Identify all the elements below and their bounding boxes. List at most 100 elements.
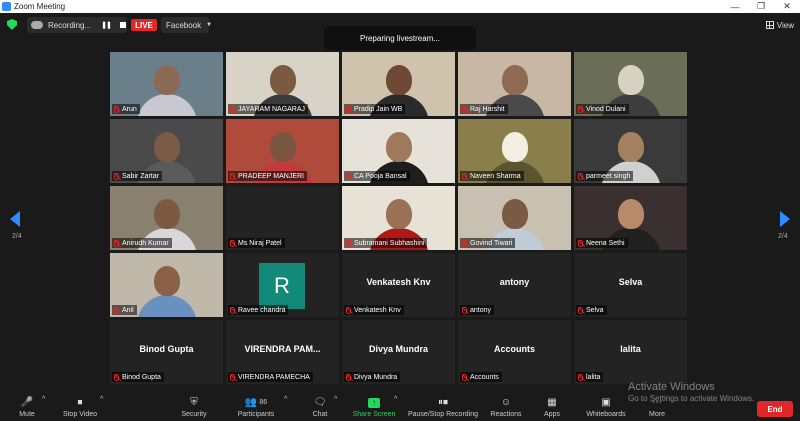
livestream-target-dropdown[interactable]: Facebook ▼ — [161, 17, 212, 33]
whiteboards-button[interactable]: ▣ Whiteboards — [584, 396, 628, 418]
recording-label: Recording... — [48, 20, 92, 30]
next-page-arrow-icon[interactable] — [780, 211, 790, 227]
page-indicator-left: 2/4 — [12, 233, 22, 240]
participant-tile[interactable]: JAYARAM NAGARAJ — [226, 52, 339, 116]
participant-tile[interactable]: Selva Selva — [574, 253, 687, 317]
window-titlebar: Zoom Meeting — ❐ ✕ — [0, 0, 800, 13]
participant-tile[interactable]: CA Pooja Bansal — [342, 119, 455, 183]
participant-tile[interactable]: Anirudh Kumar — [110, 186, 223, 250]
participant-name-tag: Ravee chandra — [228, 305, 289, 315]
participant-name: VIRENDRA PAMECHA — [238, 373, 310, 381]
participant-name-tag: antony — [460, 305, 495, 315]
reactions-button[interactable]: ☺ Reactions — [488, 396, 524, 418]
participant-name: Vinod Dulani — [586, 105, 626, 113]
muted-microphone-icon — [230, 105, 235, 113]
previous-page-arrow-icon[interactable] — [10, 211, 20, 227]
stop-recording-icon[interactable] — [119, 22, 126, 28]
encryption-shield-icon[interactable] — [7, 19, 17, 30]
participant-name: Binod Gupta — [122, 373, 161, 381]
participant-silhouette-head — [501, 131, 528, 162]
security-button[interactable]: ⛨ Security — [178, 396, 210, 418]
page-indicator-right: 2/4 — [778, 233, 788, 240]
participants-caret-icon[interactable]: ^ — [284, 396, 287, 403]
video-options-caret-icon[interactable]: ^ — [100, 396, 103, 403]
end-meeting-button[interactable]: End — [757, 401, 793, 417]
participant-tile[interactable]: Pradip Jain WB — [342, 52, 455, 116]
participant-tile[interactable]: Naveen Sharma — [458, 119, 571, 183]
participant-tile[interactable]: Accounts Accounts — [458, 320, 571, 384]
minimize-icon[interactable]: — — [722, 2, 748, 12]
participant-tile[interactable]: Neena Sethi — [574, 186, 687, 250]
participant-tile[interactable]: Venkatesh Knv Venkatesh Knv — [342, 253, 455, 317]
muted-microphone-icon — [462, 239, 467, 247]
audio-options-caret-icon[interactable]: ^ — [42, 396, 45, 403]
participant-tile[interactable]: Divya Mundra Divya Mundra — [342, 320, 455, 384]
recording-indicator: Recording... ❚❚ — [27, 17, 127, 33]
avatar: R — [259, 263, 305, 309]
participant-tile[interactable]: Ms Niraj Patel — [226, 186, 339, 250]
muted-microphone-icon — [346, 306, 351, 314]
close-icon[interactable]: ✕ — [774, 1, 800, 12]
pause-stop-recording-button[interactable]: ⏸⏹ Pause/Stop Recording — [406, 396, 480, 418]
microphone-icon: 🎤 — [20, 397, 34, 408]
muted-microphone-icon — [346, 373, 351, 381]
chat-caret-icon[interactable]: ^ — [334, 396, 337, 403]
muted-microphone-icon — [346, 172, 351, 180]
muted-microphone-icon — [230, 306, 235, 314]
participant-tile[interactable]: Sabir Zartar — [110, 119, 223, 183]
participants-label: Participants — [237, 411, 275, 418]
maximize-icon[interactable]: ❐ — [748, 1, 774, 12]
participant-tile[interactable]: R Ravee chandra — [226, 253, 339, 317]
mute-label: Mute — [19, 411, 35, 418]
chat-button[interactable]: 🗨 Chat — [308, 396, 332, 418]
muted-microphone-icon — [462, 105, 467, 113]
participant-name: Subramani Subhashini — [354, 239, 425, 247]
muted-microphone-icon — [230, 373, 235, 381]
participant-name: Arun — [122, 105, 137, 113]
participant-tile[interactable]: Anil — [110, 253, 223, 317]
share-screen-arrow-icon: ↑ — [368, 397, 380, 408]
participant-name-tag: Venkatesh Knv — [344, 305, 404, 315]
participant-tile[interactable]: Raj Harshit — [458, 52, 571, 116]
participant-tile[interactable]: parmeet singh — [574, 119, 687, 183]
muted-microphone-icon — [578, 306, 583, 314]
participant-name: parmeet singh — [586, 172, 631, 180]
participant-name: Divya Mundra — [354, 373, 398, 381]
share-caret-icon[interactable]: ^ — [394, 396, 397, 403]
participant-silhouette-head — [269, 131, 296, 162]
participant-name-tag: Subramani Subhashini — [344, 238, 428, 248]
participant-tile[interactable]: Binod Gupta Binod Gupta — [110, 320, 223, 384]
participant-name: Venkatesh Knv — [354, 306, 401, 314]
muted-microphone-icon — [114, 306, 119, 314]
chat-label: Chat — [312, 411, 328, 418]
participant-display-name: Accounts — [493, 344, 535, 354]
participant-name-tag: Vinod Dulani — [576, 104, 629, 114]
participant-name-tag: Accounts — [460, 372, 502, 382]
participant-name-tag: Anil — [112, 305, 137, 315]
participant-tile[interactable]: Vinod Dulani — [574, 52, 687, 116]
muted-microphone-icon — [346, 239, 351, 247]
participant-tile[interactable]: PRADEEP MANJERI — [226, 119, 339, 183]
mute-button[interactable]: 🎤 Mute — [14, 396, 40, 418]
participant-tile[interactable]: lalita lalita — [574, 320, 687, 384]
participant-name-tag: Neena Sethi — [576, 238, 628, 248]
participant-tile[interactable]: Subramani Subhashini — [342, 186, 455, 250]
participant-name-tag: PRADEEP MANJERI — [228, 171, 307, 181]
participants-button[interactable]: 👥 86 Participants — [234, 396, 278, 418]
participant-display-name: VIRENDRA PAM... — [244, 344, 321, 354]
participant-tile[interactable]: Govind Tiwari — [458, 186, 571, 250]
participant-name-tag: parmeet singh — [576, 171, 634, 181]
pause-recording-icon[interactable]: ❚❚ — [101, 21, 112, 29]
apps-button[interactable]: ▦ Apps — [540, 396, 564, 418]
participant-tile[interactable]: antony antony — [458, 253, 571, 317]
stop-video-button[interactable]: ⏹ Stop Video — [60, 396, 100, 418]
participant-tile[interactable]: VIRENDRA PAM... VIRENDRA PAMECHA — [226, 320, 339, 384]
live-badge[interactable]: LIVE — [131, 19, 157, 31]
share-screen-button[interactable]: ↑ Share Screen — [352, 396, 396, 418]
muted-microphone-icon — [578, 373, 583, 381]
view-button[interactable]: View — [765, 17, 794, 33]
view-label: View — [776, 20, 794, 30]
gallery-grid: Arun JAYARAM NAGARAJ Pradip Jain WB Raj Har… — [110, 52, 690, 387]
participant-tile[interactable]: Arun — [110, 52, 223, 116]
muted-microphone-icon — [230, 172, 235, 180]
